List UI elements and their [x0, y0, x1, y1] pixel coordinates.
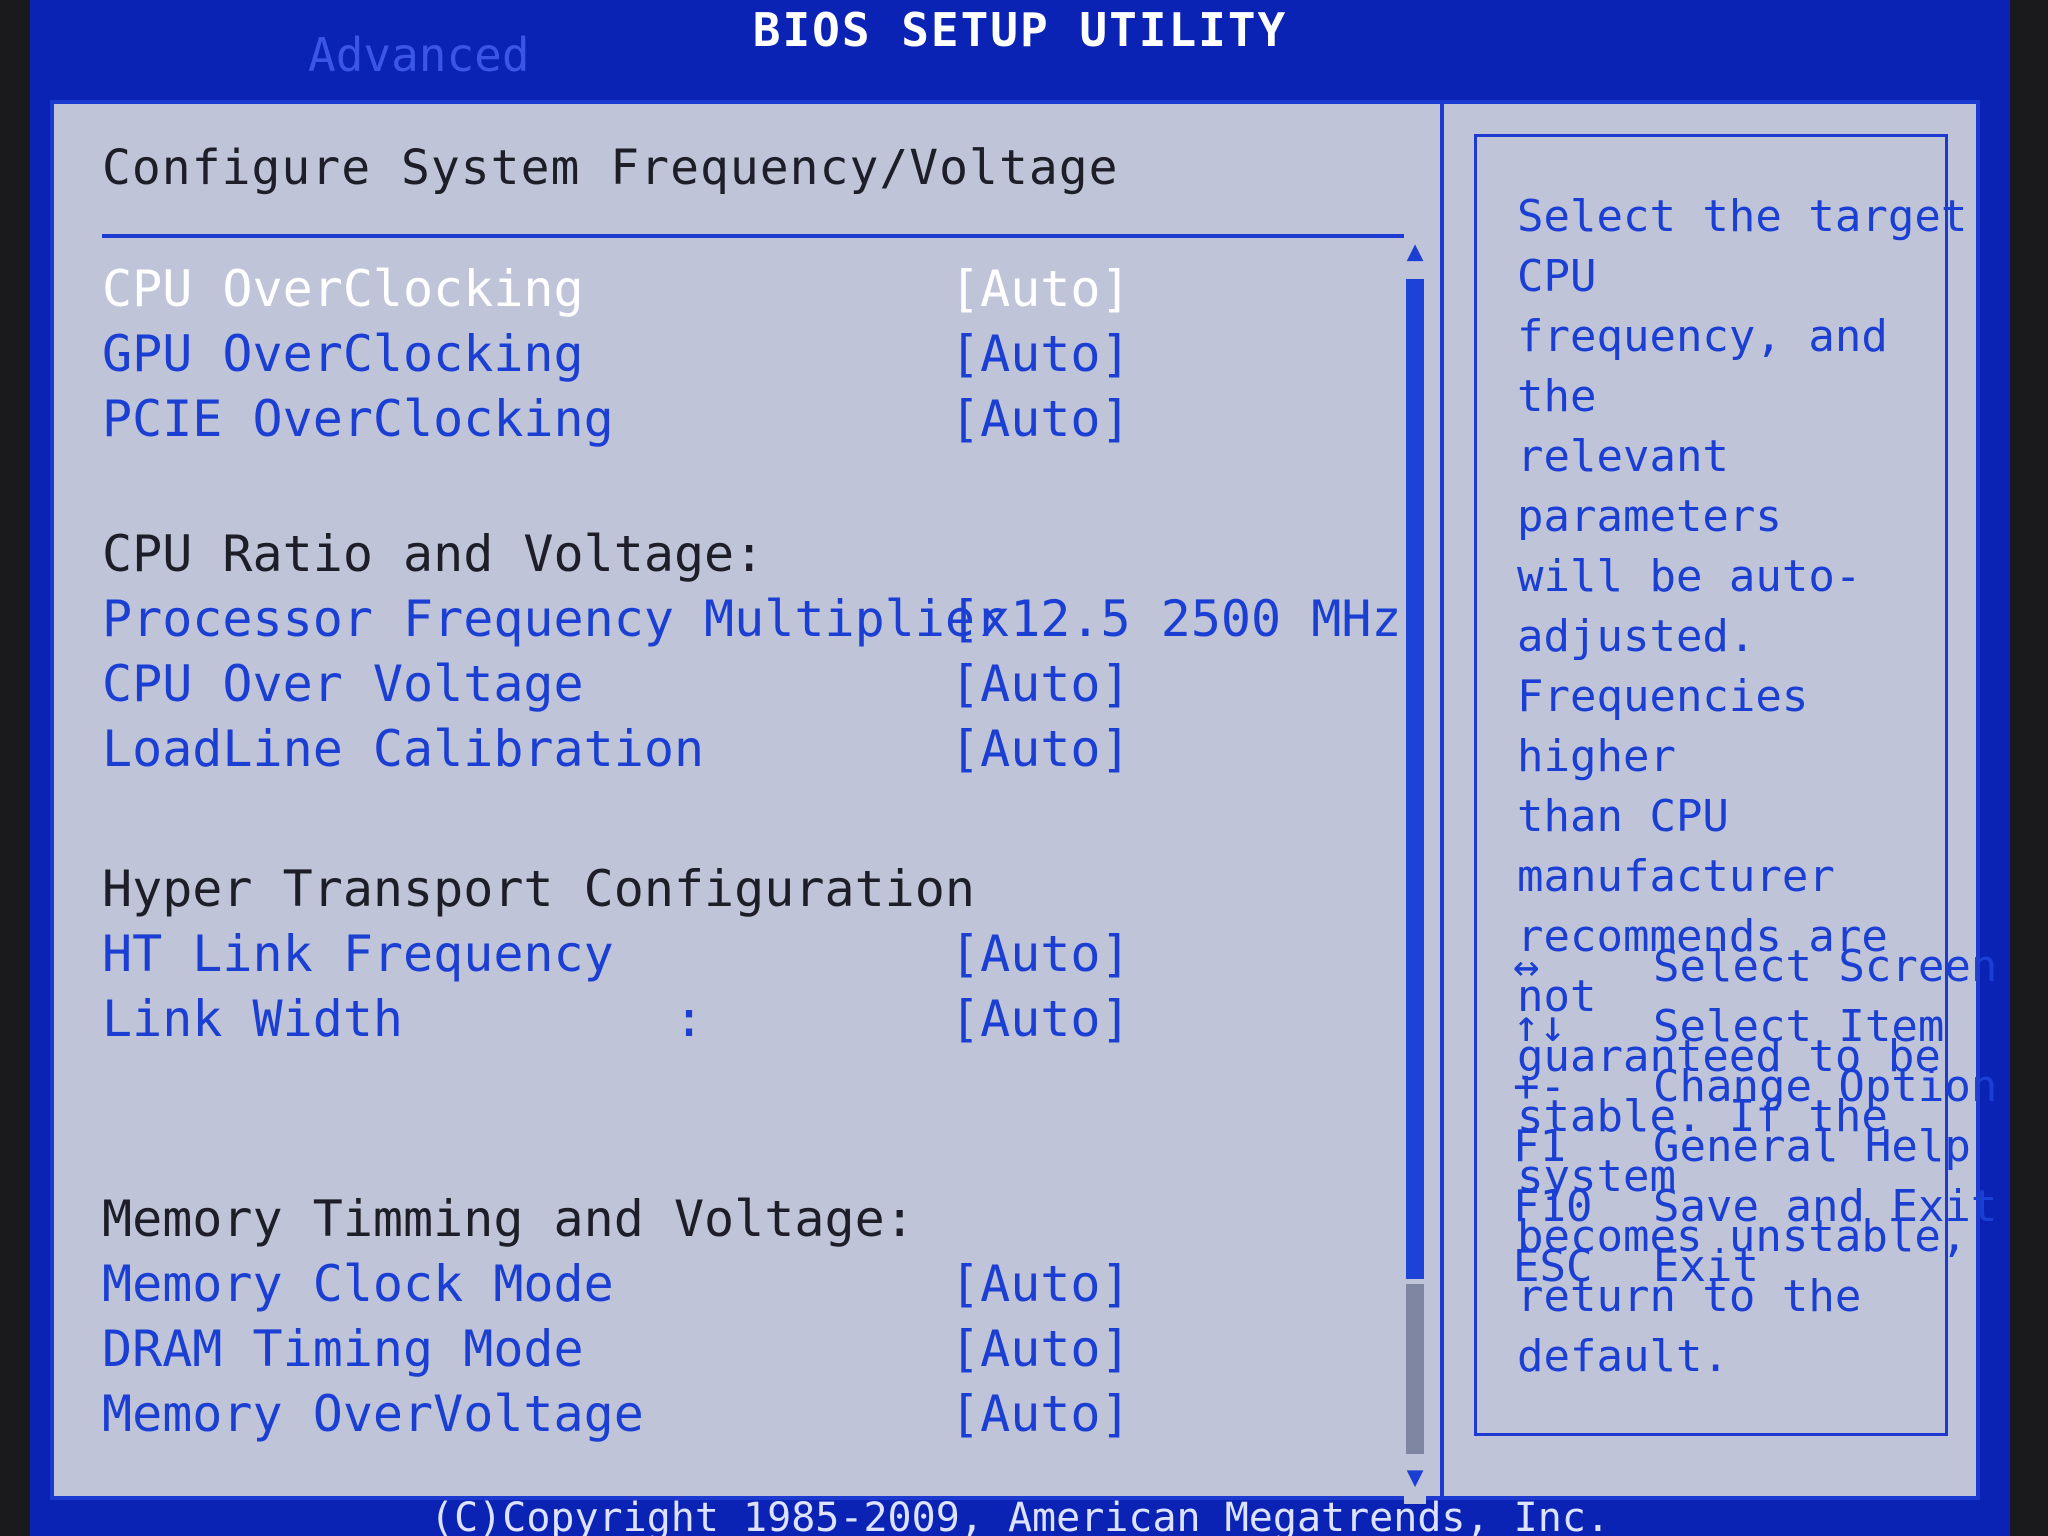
scroll-up-icon[interactable]: ▲ — [1404, 234, 1426, 268]
setting-ht-link-frequency[interactable]: HT Link Frequency [Auto] — [102, 924, 1380, 984]
section-hyper-transport: Hyper Transport Configuration — [102, 860, 975, 918]
key-hint-label: Select Screen — [1653, 941, 1998, 992]
copyright-footer: (C)Copyright 1985-2009, American Megatre… — [429, 1500, 1611, 1536]
setting-value[interactable]: [Auto] — [950, 1254, 1131, 1314]
heading-divider — [102, 234, 1410, 238]
setting-value[interactable]: [Auto] — [950, 989, 1131, 1049]
main-area: Configure System Frequency/Voltage CPU O… — [50, 100, 1997, 1504]
setting-value[interactable]: [Auto] — [950, 1319, 1131, 1379]
setting-link-width[interactable]: Link Width : [Auto] — [102, 989, 1380, 1049]
key-arrows-vertical-icon: ↑↓ — [1513, 1001, 1566, 1052]
setting-gpu-overclocking[interactable]: GPU OverClocking [Auto] — [102, 324, 1380, 384]
setting-cpu-overclocking[interactable]: CPU OverClocking [Auto] — [102, 259, 1380, 319]
setting-label: Memory OverVoltage — [102, 1385, 644, 1443]
setting-value[interactable]: [Auto] — [950, 654, 1131, 714]
setting-value[interactable]: [Auto] — [950, 1384, 1131, 1444]
setting-label: GPU OverClocking — [102, 325, 584, 383]
bios-screen: BIOS SETUP UTILITY Advanced Configure Sy… — [30, 0, 2010, 1536]
key-hint-label: Exit — [1653, 1241, 1759, 1292]
key-hint-label: General Help — [1653, 1121, 1971, 1172]
scrollbar[interactable]: ▲ ▼ — [1404, 234, 1426, 1504]
setting-loadline-calibration[interactable]: LoadLine Calibration [Auto] — [102, 719, 1380, 779]
key-f1: F1 — [1513, 1121, 1566, 1172]
setting-pcie-overclocking[interactable]: PCIE OverClocking [Auto] — [102, 389, 1380, 449]
setting-value[interactable]: [x12.5 2500 MHz] — [950, 589, 1432, 649]
section-cpu-ratio-voltage: CPU Ratio and Voltage: — [102, 525, 765, 583]
setting-dram-timing-mode[interactable]: DRAM Timing Mode [Auto] — [102, 1319, 1380, 1379]
help-box: Select the target CPU frequency, and the… — [1474, 134, 1997, 1436]
key-hint-label: Save and Exit — [1653, 1181, 1998, 1232]
setting-value[interactable]: [Auto] — [950, 389, 1131, 449]
setting-label: Memory Clock Mode — [102, 1255, 614, 1313]
setting-label: DRAM Timing Mode — [102, 1320, 584, 1378]
key-hint-label: Change Option — [1653, 1061, 1998, 1112]
setting-label: Processor Frequency Multiplier — [102, 590, 1006, 648]
key-esc: ESC — [1513, 1241, 1593, 1292]
setting-processor-frequency-multiplier[interactable]: Processor Frequency Multiplier [x12.5 25… — [102, 589, 1432, 649]
help-panel: Select the target CPU frequency, and the… — [1444, 104, 1997, 1496]
setting-value[interactable]: [Auto] — [950, 324, 1131, 384]
setting-label: CPU Over Voltage — [102, 655, 584, 713]
page-title: Configure System Frequency/Voltage — [102, 140, 1119, 196]
scrollbar-thumb[interactable] — [1406, 279, 1424, 1279]
setting-memory-clock-mode[interactable]: Memory Clock Mode [Auto] — [102, 1254, 1380, 1314]
setting-memory-overvoltage[interactable]: Memory OverVoltage [Auto] — [102, 1384, 1380, 1444]
setting-value[interactable]: [Auto] — [950, 259, 1131, 319]
scroll-down-icon[interactable]: ▼ — [1404, 1460, 1426, 1494]
setting-value[interactable]: [Auto] — [950, 924, 1131, 984]
section-memory-timing-voltage: Memory Timming and Voltage: — [102, 1190, 915, 1248]
setting-label: PCIE OverClocking — [102, 390, 614, 448]
setting-label: LoadLine Calibration — [102, 720, 705, 778]
scrollbar-track — [1406, 1284, 1424, 1454]
setting-label: CPU OverClocking — [102, 260, 584, 318]
key-plus-minus: +- — [1513, 1061, 1566, 1112]
tab-advanced[interactable]: Advanced — [300, 20, 530, 90]
setting-label: Link Width : — [102, 990, 705, 1048]
key-hint-label: Select Item — [1653, 1001, 1945, 1052]
key-f10: F10 — [1513, 1181, 1593, 1232]
setting-label: HT Link Frequency — [102, 925, 614, 983]
key-arrows-horizontal-icon: ↔ — [1513, 941, 1540, 992]
settings-panel: Configure System Frequency/Voltage CPU O… — [54, 104, 1444, 1504]
setting-value[interactable]: [Auto] — [950, 719, 1131, 779]
setting-cpu-over-voltage[interactable]: CPU Over Voltage [Auto] — [102, 654, 1380, 714]
